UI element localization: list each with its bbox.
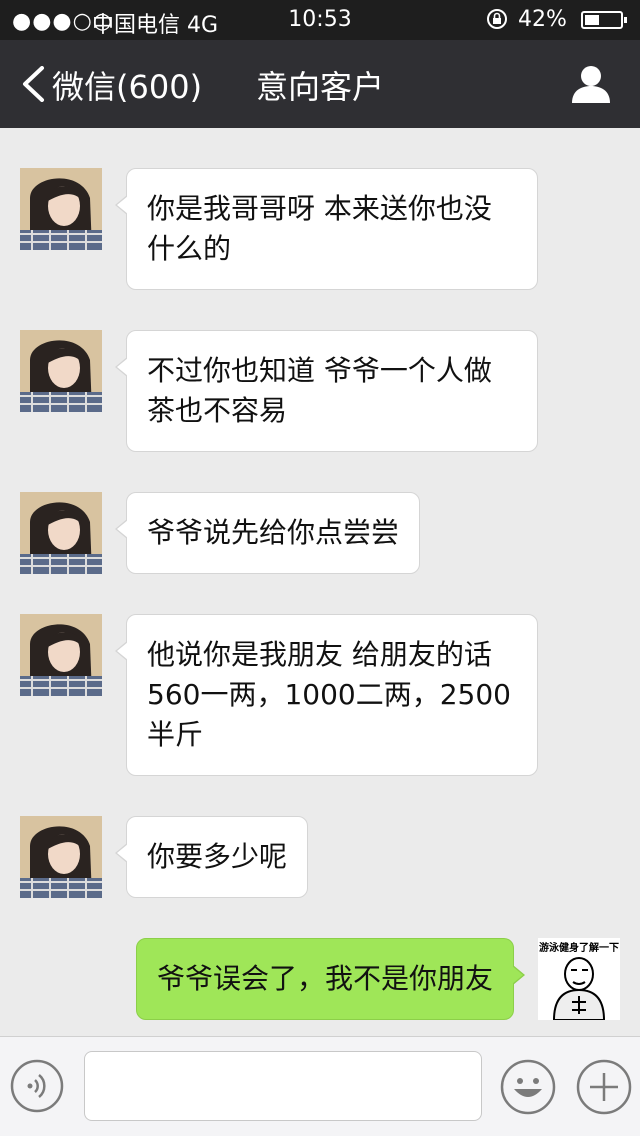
my-avatar[interactable]: 游泳健身了解一下 [538,938,620,1020]
emoji-icon[interactable] [500,1059,556,1115]
plus-icon[interactable] [576,1059,632,1115]
battery-level [585,15,599,25]
received-message[interactable]: 他说你是我朋友 给朋友的话560一两，1000二两，2500半斤 [115,614,538,776]
battery-percent: 42% [518,7,567,32]
received-message[interactable]: 你是我哥哥呀 本来送你也没什么的 [115,168,538,290]
contact-avatar[interactable] [20,614,102,696]
received-message[interactable]: 爷爷说先给你点尝尝 [115,492,420,574]
sent-message[interactable]: 爷爷误会了，我不是你朋友 [136,938,525,1020]
status-bar: ●●●○○ 中国电信 4G 10:53 42% [0,0,640,40]
contact-avatar[interactable] [20,816,102,898]
message-input[interactable] [84,1051,482,1121]
chat-title: 意向客户 [255,68,384,106]
voice-icon[interactable] [10,1059,64,1113]
contact-avatar[interactable] [20,492,102,574]
contact-avatar[interactable] [20,330,102,412]
input-bar [0,1036,640,1136]
avatar-caption: 游泳健身了解一下 [539,943,619,954]
person-icon[interactable] [570,64,612,104]
chat-area[interactable]: 你是我哥哥呀 本来送你也没什么的 不过你也知道 爷爷一个人做茶也不容易 爷爷说先… [0,128,640,1036]
received-message[interactable]: 你要多少呢 [115,816,308,898]
contact-avatar[interactable] [20,168,102,250]
nav-bar: 微信(600) 意向客户 [0,40,640,128]
battery-icon [581,11,627,29]
rotation-lock-icon [487,9,507,29]
received-message[interactable]: 不过你也知道 爷爷一个人做茶也不容易 [115,330,538,452]
